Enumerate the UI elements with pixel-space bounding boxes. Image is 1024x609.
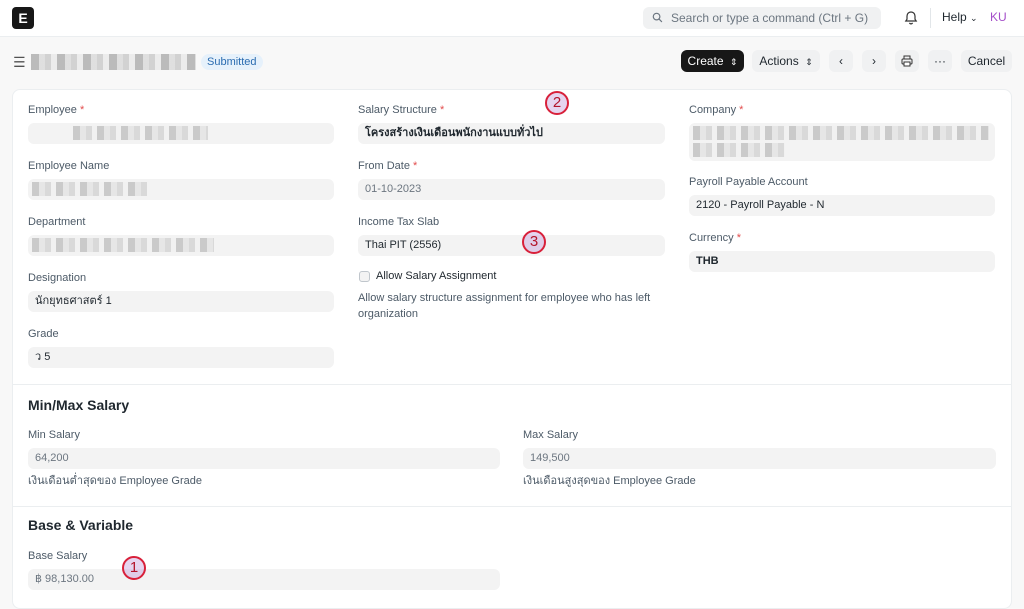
employee-name-label: Employee Name [28, 160, 110, 172]
min-salary-field[interactable]: 64,200 [28, 448, 500, 469]
more-dots-icon: ··· [934, 54, 946, 68]
min-max-section-title[interactable]: Min/Max Salary [28, 397, 129, 413]
search-bar[interactable]: Search or type a command (Ctrl + G) [643, 7, 881, 29]
redacted-value [32, 238, 214, 252]
status-badge: Submitted [201, 54, 263, 70]
base-salary-label: Base Salary [28, 550, 88, 562]
payroll-payable-account-label: Payroll Payable Account [689, 176, 808, 188]
user-avatar[interactable]: KU [990, 10, 1007, 24]
print-button[interactable] [895, 50, 919, 72]
from-date-field[interactable]: 01-10-2023 [358, 179, 665, 200]
sort-chevron-icon: ⇕ [729, 57, 738, 67]
navbar-divider [930, 8, 931, 28]
chevron-down-icon: ⌄ [970, 13, 978, 23]
create-button[interactable]: Create ⇕ [681, 50, 744, 72]
search-placeholder: Search or type a command (Ctrl + G) [671, 11, 869, 25]
page-title-redacted [31, 54, 196, 70]
section-divider [13, 384, 1011, 385]
from-date-label: From Date * [358, 160, 418, 172]
search-icon [652, 7, 663, 30]
designation-field[interactable]: นักยุทธศาสตร์ 1 [28, 291, 334, 312]
cancel-button[interactable]: Cancel [961, 50, 1012, 72]
designation-label: Designation [28, 272, 87, 284]
max-salary-label: Max Salary [523, 429, 579, 441]
base-variable-section-title[interactable]: Base & Variable [28, 517, 133, 533]
form-card: Employee * Employee Name Department Desi… [12, 89, 1012, 609]
notification-bell-icon[interactable] [902, 9, 920, 27]
payroll-payable-account-field[interactable]: 2120 - Payroll Payable - N [689, 195, 995, 216]
actions-button[interactable]: Actions ⇕ [752, 50, 820, 72]
redacted-value [32, 182, 147, 196]
annotation-marker-1: 1 [122, 556, 146, 580]
grade-label: Grade [28, 328, 59, 340]
chevron-left-icon: ‹ [839, 54, 843, 68]
allow-salary-assignment-label[interactable]: Allow Salary Assignment [376, 270, 496, 282]
department-label: Department [28, 216, 86, 228]
help-label: Help [942, 10, 967, 24]
currency-label: Currency * [689, 232, 741, 244]
annotation-marker-3: 3 [522, 230, 546, 254]
salary-structure-label: Salary Structure * [358, 104, 445, 116]
department-field[interactable] [28, 235, 334, 256]
employee-name-field[interactable] [28, 179, 334, 200]
redacted-value [693, 126, 989, 140]
salary-structure-field[interactable]: โครงสร้างเงินเดือนพนักงานแบบทั่วไป [358, 123, 665, 144]
company-label: Company * [689, 104, 744, 116]
income-tax-slab-label: Income Tax Slab [358, 216, 440, 228]
create-label: Create [687, 54, 724, 68]
redacted-value [693, 143, 785, 157]
currency-field[interactable]: THB [689, 251, 995, 272]
employee-label: Employee * [28, 104, 85, 116]
page-header: ☰ Submitted Create ⇕ Actions ⇕ ‹ › ··· C… [0, 38, 1024, 88]
next-button[interactable]: › [862, 50, 886, 72]
income-tax-slab-field[interactable]: Thai PIT (2556) [358, 235, 665, 256]
cancel-label: Cancel [967, 54, 1006, 68]
allow-salary-assignment-description: Allow salary structure assignment for em… [358, 292, 651, 320]
grade-field[interactable]: ว 5 [28, 347, 334, 368]
company-field[interactable] [689, 123, 995, 161]
app-logo[interactable]: E [12, 7, 34, 29]
top-navbar: E Search or type a command (Ctrl + G) He… [0, 0, 1024, 37]
section-divider [13, 506, 1011, 507]
previous-button[interactable]: ‹ [829, 50, 853, 72]
allow-salary-assignment-checkbox[interactable] [359, 271, 370, 282]
base-salary-field[interactable]: ฿ 98,130.00 [28, 569, 500, 590]
max-salary-hint: เงินเดือนสูงสุดของ Employee Grade [523, 475, 696, 487]
more-menu-button[interactable]: ··· [928, 50, 952, 72]
annotation-marker-2: 2 [545, 91, 569, 115]
help-dropdown[interactable]: Help ⌄ [942, 10, 978, 24]
sidebar-toggle-icon[interactable]: ☰ [13, 55, 26, 69]
printer-icon [901, 55, 913, 67]
chevron-right-icon: › [872, 54, 876, 68]
min-salary-label: Min Salary [28, 429, 80, 441]
max-salary-field[interactable]: 149,500 [523, 448, 996, 469]
employee-field[interactable] [28, 123, 334, 144]
actions-label: Actions [759, 54, 799, 68]
min-salary-hint: เงินเดือนต่ำสุดของ Employee Grade [28, 475, 202, 487]
redacted-value [73, 126, 208, 140]
sort-chevron-icon: ⇕ [805, 57, 813, 67]
